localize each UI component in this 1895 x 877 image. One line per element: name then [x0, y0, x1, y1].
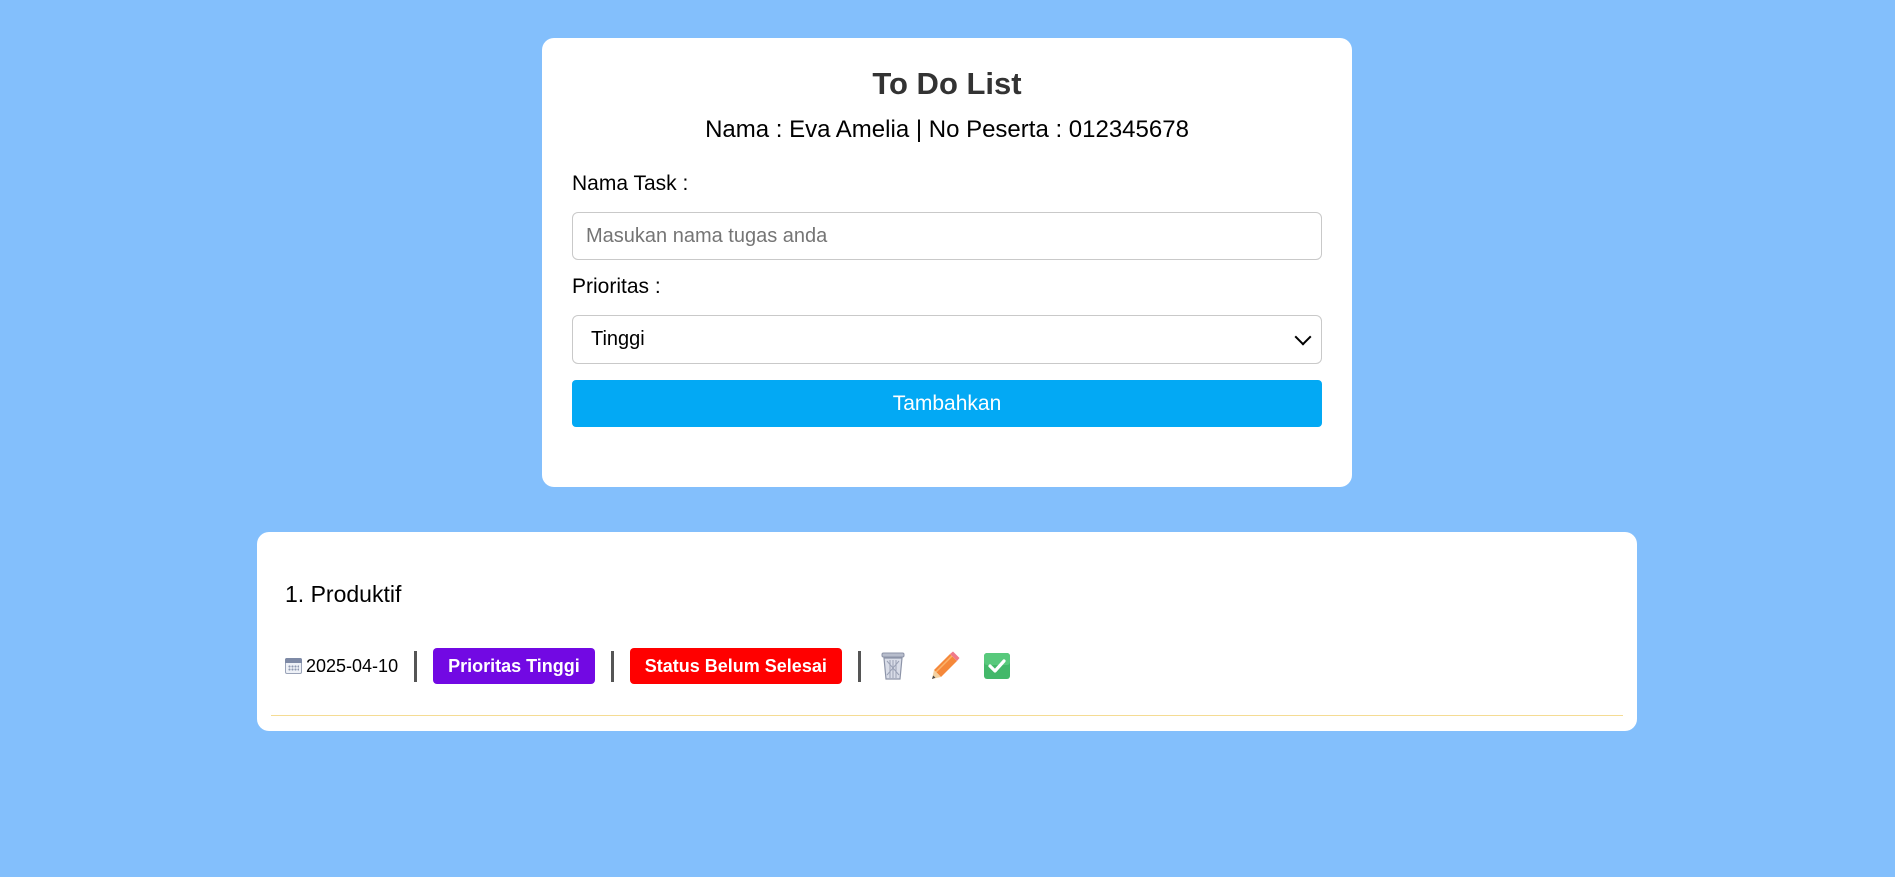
- check-icon: [983, 653, 1010, 679]
- task-meta-row: 2025-04-10 Prioritas Tinggi Status Belum…: [285, 648, 1033, 684]
- list-item: 1. Produktif 2025-04-10 Prioritas Tinggi…: [271, 532, 1623, 716]
- pencil-icon: [931, 651, 960, 679]
- priority-badge: Prioritas Tinggi: [433, 648, 595, 684]
- task-name-label: Nama Task :: [572, 172, 689, 195]
- task-list-card: 1. Produktif 2025-04-10 Prioritas Tinggi…: [257, 532, 1637, 731]
- task-title: 1. Produktif: [285, 581, 402, 607]
- task-form-card: To Do List Nama : Eva Amelia | No Pesert…: [542, 38, 1352, 487]
- priority-label: Prioritas :: [572, 275, 661, 298]
- complete-task-button[interactable]: [981, 650, 1013, 682]
- edit-task-button[interactable]: [929, 650, 961, 682]
- add-task-button[interactable]: Tambahkan: [572, 380, 1322, 427]
- separator: [414, 650, 418, 682]
- calendar-icon: [285, 658, 302, 674]
- trash-icon: [881, 652, 905, 680]
- task-name-input[interactable]: [572, 212, 1322, 260]
- status-badge: Status Belum Selesai: [629, 648, 842, 684]
- delete-task-button[interactable]: [877, 650, 909, 682]
- priority-select[interactable]: Tinggi: [572, 315, 1322, 364]
- participant-info: Nama : Eva Amelia | No Peserta : 0123456…: [705, 116, 1189, 143]
- separator: [857, 650, 861, 682]
- priority-selected-value: Tinggi: [591, 328, 645, 350]
- separator: [610, 650, 614, 682]
- task-date: 2025-04-10: [306, 655, 399, 676]
- page-title: To Do List: [872, 66, 1022, 101]
- chevron-down-icon: [1294, 328, 1312, 345]
